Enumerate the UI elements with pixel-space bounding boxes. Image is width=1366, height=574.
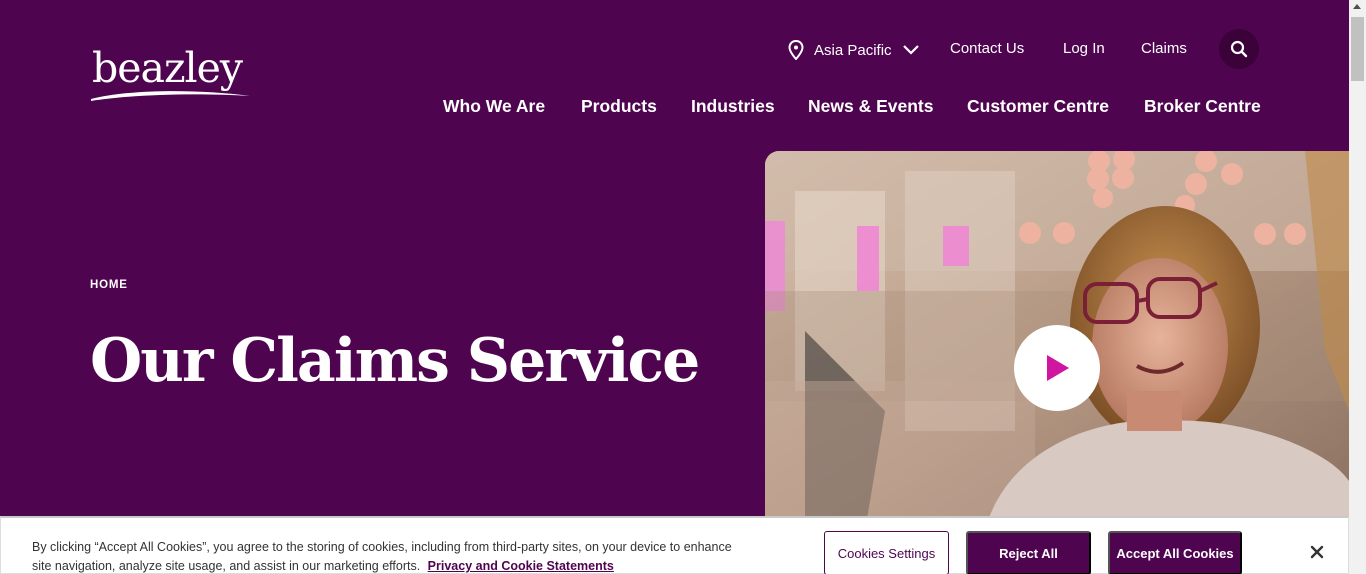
region-selector[interactable]: Asia Pacific	[788, 38, 920, 62]
logo-swoosh-icon	[91, 91, 250, 101]
nav-products[interactable]: Products	[581, 96, 657, 117]
breadcrumb[interactable]: HOME	[90, 279, 128, 291]
search-icon	[1230, 40, 1248, 58]
nav-broker-centre[interactable]: Broker Centre	[1144, 96, 1261, 117]
logo-text: beazley	[92, 44, 243, 92]
nav-customer-centre[interactable]: Customer Centre	[967, 96, 1109, 117]
nav-news-events[interactable]: News & Events	[808, 96, 933, 117]
chevron-down-icon	[902, 45, 919, 55]
utility-nav: Asia Pacific Contact Us Log In Claims	[784, 38, 1264, 62]
scroll-thumb[interactable]	[1351, 17, 1364, 81]
location-pin-icon	[788, 40, 804, 60]
page-title: Our Claims Service	[90, 326, 700, 396]
close-icon[interactable]	[1307, 542, 1327, 562]
play-button[interactable]	[1014, 325, 1100, 411]
scroll-up-icon[interactable]	[1353, 4, 1361, 9]
log-in-link[interactable]: Log In	[1063, 40, 1105, 57]
privacy-cookie-link[interactable]: Privacy and Cookie Statements	[428, 559, 614, 573]
nav-industries[interactable]: Industries	[691, 96, 775, 117]
search-button[interactable]	[1219, 29, 1259, 69]
claims-link[interactable]: Claims	[1141, 40, 1187, 57]
play-icon	[1047, 355, 1069, 381]
reject-all-button[interactable]: Reject All	[966, 531, 1091, 574]
cookie-banner: By clicking “Accept All Cookies”, you ag…	[0, 516, 1349, 574]
cookie-message: By clicking “Accept All Cookies”, you ag…	[32, 538, 732, 574]
scrollbar[interactable]	[1349, 0, 1366, 574]
nav-who-we-are[interactable]: Who We Are	[443, 96, 545, 117]
beazley-logo[interactable]: beazley	[90, 44, 255, 104]
cookie-message-text: By clicking “Accept All Cookies”, you ag…	[32, 540, 732, 573]
cookies-settings-button[interactable]: Cookies Settings	[824, 531, 949, 574]
video-player[interactable]	[765, 151, 1349, 531]
region-label: Asia Pacific	[814, 41, 892, 59]
page: beazley Asia Pacific Contact Us Log In C…	[0, 0, 1349, 574]
contact-us-link[interactable]: Contact Us	[950, 40, 1024, 57]
accept-all-cookies-button[interactable]: Accept All Cookies	[1108, 531, 1242, 574]
